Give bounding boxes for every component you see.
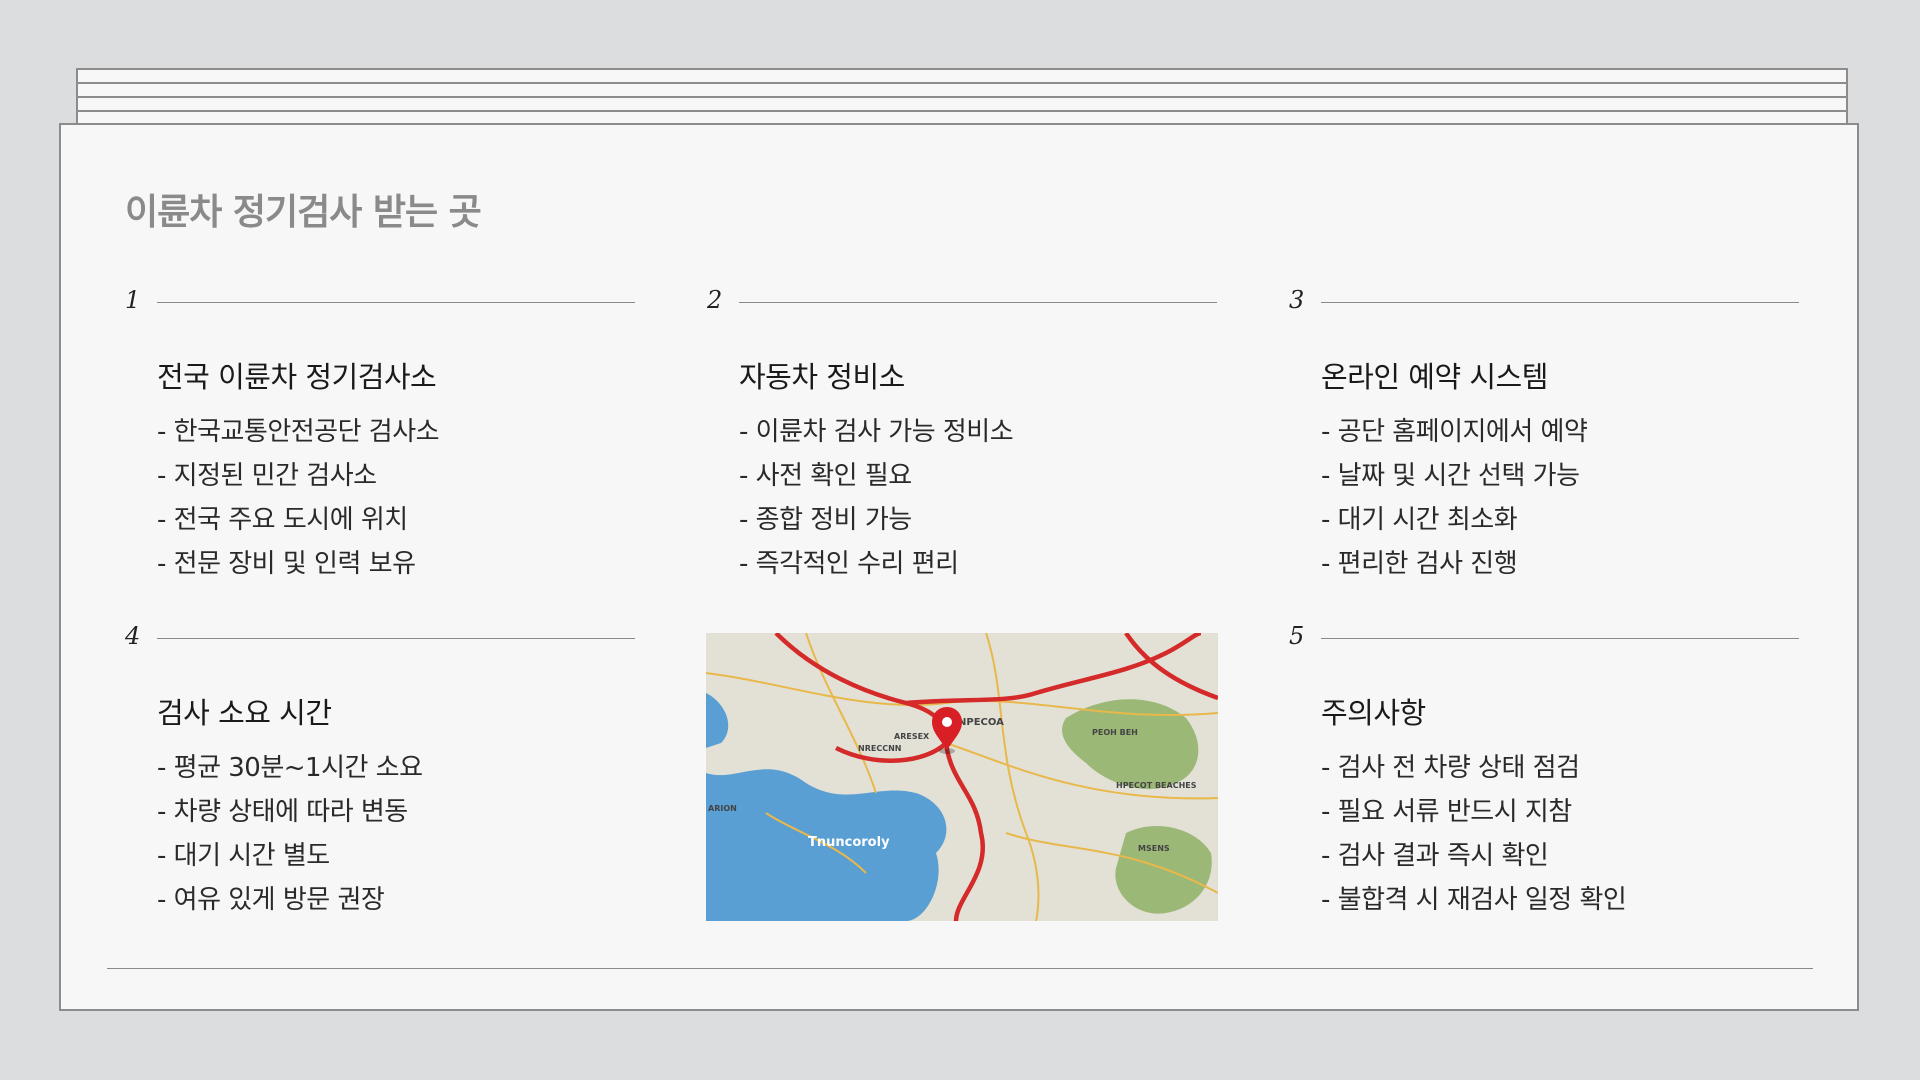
section-number: 3 [1289,286,1305,314]
page-title: 이륜차 정기검사 받는 곳 [125,192,482,233]
section-divider [157,638,635,639]
section-item-list: - 검사 전 차량 상태 점검 - 필요 서류 반드시 지참 - 검사 결과 즉… [1321,746,1627,922]
section-divider [1321,638,1799,639]
list-item: - 필요 서류 반드시 지참 [1321,797,1572,827]
section-item-list: - 한국교통안전공단 검사소 - 지정된 민간 검사소 - 전국 주요 도시에 … [157,410,440,586]
footer-divider [107,968,1813,969]
section-item-list: - 공단 홈페이지에서 예약 - 날짜 및 시간 선택 가능 - 대기 시간 최… [1321,410,1588,586]
list-item: - 전국 주요 도시에 위치 [157,505,408,535]
map-label: HPECOT BEACHES [1116,781,1197,790]
list-item: - 종합 정비 가능 [739,505,912,535]
list-item: - 차량 상태에 따라 변동 [157,797,408,827]
map-label: NPECOA [958,717,1004,728]
section-divider [1321,302,1799,303]
map-label: NRECCNN [858,744,901,753]
section-item-list: - 이륜차 검사 가능 정비소 - 사전 확인 필요 - 종합 정비 가능 - … [739,410,1014,586]
list-item: - 여유 있게 방문 권장 [157,885,385,915]
map-label: ARION [708,804,737,813]
map-label: Tnuncoroly [808,835,890,850]
section-divider [157,302,635,303]
list-item: - 사전 확인 필요 [739,461,912,491]
section-number: 4 [125,622,141,650]
map-illustration: NPECOA Tnuncoroly PEOH BEH HPECOT BEACHE… [706,633,1218,921]
list-item: - 검사 결과 즉시 확인 [1321,841,1549,871]
list-item: - 대기 시간 최소화 [1321,505,1518,535]
list-item: - 날짜 및 시간 선택 가능 [1321,461,1580,491]
list-item: - 대기 시간 별도 [157,841,330,871]
section-title: 온라인 예약 시스템 [1321,360,1548,394]
list-item: - 이륜차 검사 가능 정비소 [739,417,1014,447]
map-label: PEOH BEH [1092,728,1138,737]
list-item: - 전문 장비 및 인력 보유 [157,549,416,579]
list-item: - 편리한 검사 진행 [1321,549,1518,579]
list-item: - 즉각적인 수리 편리 [739,549,959,579]
list-item: - 한국교통안전공단 검사소 [157,417,440,447]
list-item: - 공단 홈페이지에서 예약 [1321,417,1588,447]
list-item: - 지정된 민간 검사소 [157,461,377,491]
list-item: - 불합격 시 재검사 일정 확인 [1321,885,1627,915]
section-number: 5 [1289,622,1305,650]
map-label: MSENS [1138,844,1170,853]
section-number: 2 [707,286,723,314]
section-title: 전국 이륜차 정기검사소 [157,360,437,394]
section-divider [739,302,1217,303]
section-item-list: - 평균 30분~1시간 소요 - 차량 상태에 따라 변동 - 대기 시간 별… [157,746,423,922]
section-title: 주의사항 [1321,696,1426,730]
section-title: 검사 소요 시간 [157,696,332,730]
list-item: - 평균 30분~1시간 소요 [157,753,423,783]
section-title: 자동차 정비소 [739,360,905,394]
section-number: 1 [125,286,141,314]
list-item: - 검사 전 차량 상태 점검 [1321,753,1580,783]
map-image: NPECOA Tnuncoroly PEOH BEH HPECOT BEACHE… [706,633,1218,921]
map-label: ARESEX [894,732,930,741]
slide-card: 이륜차 정기검사 받는 곳 1 전국 이륜차 정기검사소 - 한국교통안전공단 … [59,123,1859,1011]
